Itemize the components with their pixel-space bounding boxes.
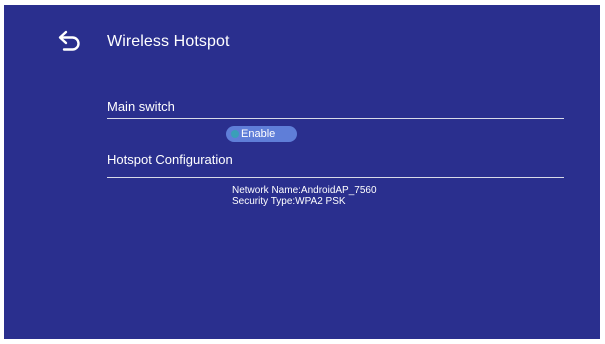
hotspot-settings-screen: Wireless Hotspot Main switch Enable Hots… <box>4 5 600 339</box>
enable-toggle[interactable]: Enable <box>226 126 297 142</box>
main-switch-label: Main switch <box>107 99 175 114</box>
network-name-text: Network Name:AndroidAP_7560 <box>232 185 377 196</box>
hotspot-configuration-label[interactable]: Hotspot Configuration <box>107 152 233 167</box>
hotspot-configuration-divider <box>107 177 564 178</box>
toggle-knob <box>231 130 239 138</box>
page-title: Wireless Hotspot <box>107 33 230 50</box>
back-arrow-icon <box>57 29 83 53</box>
security-type-text: Security Type:WPA2 PSK <box>232 196 346 207</box>
main-switch-divider <box>107 118 564 119</box>
back-button[interactable] <box>57 29 83 53</box>
enable-toggle-label: Enable <box>241 128 276 140</box>
